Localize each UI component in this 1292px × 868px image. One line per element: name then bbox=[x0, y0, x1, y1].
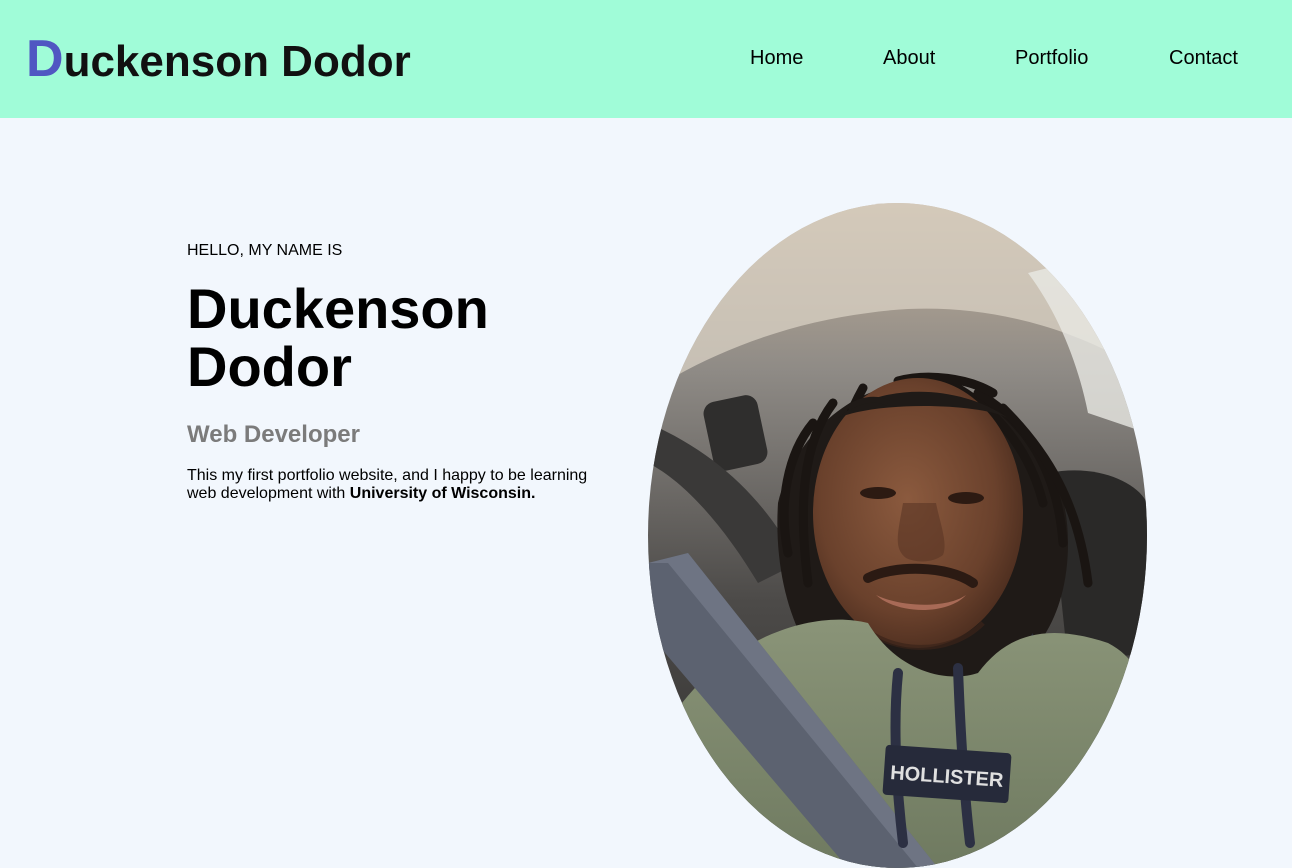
hero-intro: HELLO, MY NAME IS Duckenson Dodor Web Dev… bbox=[187, 240, 617, 503]
hero-name-first: Duckenson bbox=[187, 277, 489, 340]
hero-description: This my first portfolio website, and I h… bbox=[187, 467, 617, 503]
nav-about-link[interactable]: About bbox=[883, 44, 935, 72]
hero-name: Duckenson Dodor bbox=[187, 280, 617, 396]
left-eye bbox=[860, 487, 896, 499]
right-eye bbox=[948, 492, 984, 504]
hero-name-last: Dodor bbox=[187, 335, 352, 398]
profile-photo-illustration: HOLLISTER bbox=[648, 203, 1147, 868]
hero-greeting: HELLO, MY NAME IS bbox=[187, 242, 343, 259]
nav-portfolio-link[interactable]: Portfolio bbox=[1015, 44, 1088, 72]
site-header: Duckenson Dodor Home About Portfolio Con… bbox=[0, 0, 1292, 118]
nose bbox=[897, 503, 945, 562]
nav-home-link[interactable]: Home bbox=[750, 44, 803, 72]
main-nav: Home About Portfolio Contact bbox=[0, 44, 1292, 72]
hero-role: Web Developer bbox=[187, 421, 360, 448]
hero-description-school: University of Wisconsin. bbox=[349, 485, 536, 502]
profile-photo: HOLLISTER bbox=[648, 203, 1147, 868]
nav-contact-link[interactable]: Contact bbox=[1169, 44, 1238, 72]
